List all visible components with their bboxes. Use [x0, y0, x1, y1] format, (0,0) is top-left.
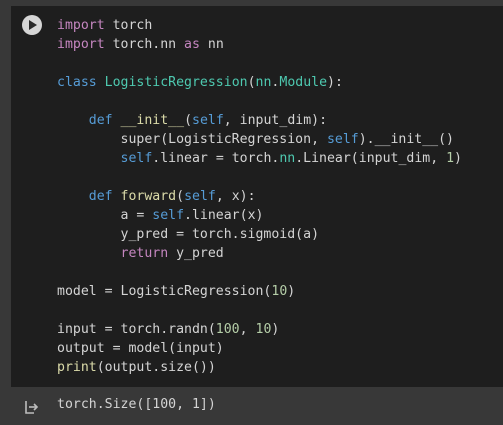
code-token: self: [192, 113, 224, 128]
code-token: output = model(input): [57, 341, 224, 356]
code-token: 10: [271, 284, 288, 299]
code-token: Module: [279, 75, 328, 90]
code-token: ): [454, 151, 462, 166]
code-token: torch: [104, 18, 153, 33]
code-token: forward: [120, 189, 177, 204]
code-line: def __init__(self, input_dim):: [57, 111, 462, 130]
code-token: self: [152, 208, 185, 223]
code-token: ).__init__(): [358, 132, 454, 147]
code-token: super(LogisticRegression,: [57, 132, 327, 147]
output-text: torch.Size([100, 1]): [57, 397, 216, 412]
code-token: def: [88, 113, 113, 128]
code-token: .Linear(input_dim,: [295, 151, 447, 166]
code-token: return: [120, 246, 169, 261]
code-token: import: [57, 37, 105, 52]
code-line: import torch.nn as nn: [57, 35, 462, 54]
code-token: self: [184, 189, 216, 204]
code-token: nn: [279, 151, 296, 166]
code-token: a =: [57, 208, 153, 223]
run-cell-button[interactable]: [22, 15, 42, 35]
code-token: , x):: [215, 189, 256, 204]
code-token: class: [57, 75, 97, 90]
code-line: return y_pred: [57, 244, 462, 263]
code-line: output = model(input): [57, 339, 462, 358]
code-token: , input_dim):: [223, 113, 328, 128]
code-token: 100: [215, 322, 240, 337]
code-token: 10: [255, 322, 272, 337]
code-token: ): [271, 322, 280, 337]
code-token: y_pred = torch.sigmoid(a): [57, 227, 320, 242]
code-line: print(output.size()): [57, 358, 462, 377]
code-token: .linear(x): [184, 208, 264, 223]
code-token: (: [176, 189, 185, 204]
code-line: y_pred = torch.sigmoid(a): [57, 225, 462, 244]
code-token: def: [88, 189, 113, 204]
code-line: input = torch.randn(100, 10): [57, 320, 462, 339]
code-token: self: [120, 151, 153, 166]
code-line: self.linear = torch.nn.Linear(input_dim,…: [57, 149, 462, 168]
code-token: (: [247, 75, 256, 90]
code-token: ,: [239, 322, 256, 337]
code-token: ): [287, 284, 296, 299]
code-line: super(LogisticRegression, self).__init__…: [57, 130, 462, 149]
code-token: nn: [199, 37, 224, 52]
code-line: class LogisticRegression(nn.Module):: [57, 73, 462, 92]
code-token: nn: [255, 75, 272, 90]
code-editor[interactable]: import torch import torch.nn as nn class …: [57, 16, 462, 377]
code-line: model = LogisticRegression(10): [57, 282, 462, 301]
code-token: torch.nn: [104, 37, 185, 52]
code-token: 1: [446, 151, 455, 166]
code-token: (: [184, 113, 193, 128]
code-token: .linear = torch.: [152, 151, 280, 166]
code-line: a = self.linear(x): [57, 206, 462, 225]
code-token: import: [57, 18, 105, 33]
code-line: def forward(self, x):: [57, 187, 462, 206]
code-line: import torch: [57, 16, 462, 35]
code-token: print: [57, 360, 97, 375]
code-token: model = LogisticRegression(: [57, 284, 272, 299]
code-token: ):: [327, 75, 343, 90]
code-token: (output.size()): [96, 360, 216, 375]
output-arrow-icon[interactable]: [23, 399, 39, 415]
code-token: y_pred: [168, 246, 224, 261]
code-token: as: [184, 37, 200, 52]
code-token: self: [326, 132, 359, 147]
code-token: input = torch.randn(: [57, 322, 216, 337]
code-token: __init__: [120, 113, 185, 128]
output-area: torch.Size([100, 1]): [0, 387, 503, 425]
notebook-cell-frame: import torch import torch.nn as nn class …: [0, 0, 503, 425]
code-token: LogisticRegression: [104, 75, 248, 90]
